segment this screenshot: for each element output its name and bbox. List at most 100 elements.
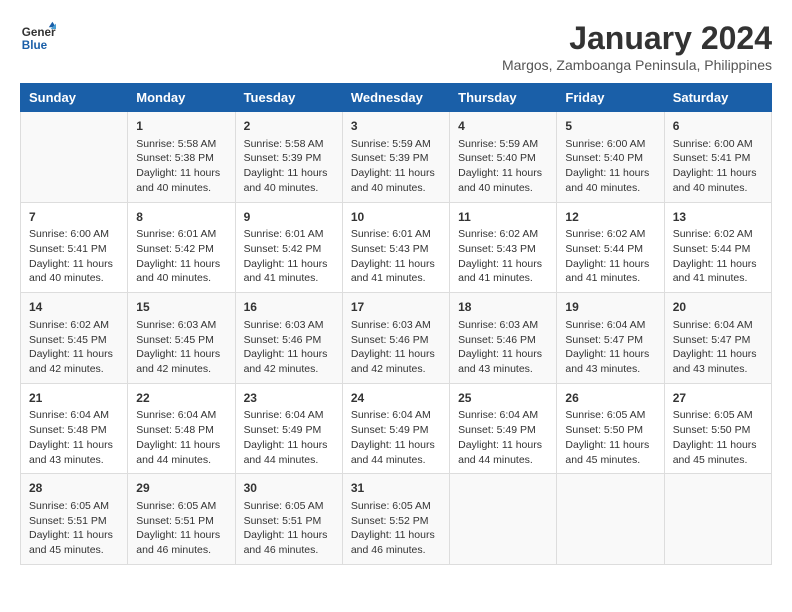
day-info: Sunrise: 6:04 AM Sunset: 5:49 PM Dayligh…	[351, 408, 441, 467]
calendar-cell	[557, 474, 664, 565]
day-number: 30	[244, 480, 334, 497]
day-info: Sunrise: 6:05 AM Sunset: 5:50 PM Dayligh…	[565, 408, 655, 467]
weekday-header-sunday: Sunday	[21, 84, 128, 112]
day-number: 20	[673, 299, 763, 316]
calendar-cell: 13Sunrise: 6:02 AM Sunset: 5:44 PM Dayli…	[664, 202, 771, 293]
title-area: January 2024 Margos, Zamboanga Peninsula…	[502, 20, 772, 73]
day-number: 5	[565, 118, 655, 135]
calendar-cell: 16Sunrise: 6:03 AM Sunset: 5:46 PM Dayli…	[235, 293, 342, 384]
weekday-header-thursday: Thursday	[450, 84, 557, 112]
calendar-cell: 24Sunrise: 6:04 AM Sunset: 5:49 PM Dayli…	[342, 383, 449, 474]
calendar-week-row: 7Sunrise: 6:00 AM Sunset: 5:41 PM Daylig…	[21, 202, 772, 293]
calendar-cell: 21Sunrise: 6:04 AM Sunset: 5:48 PM Dayli…	[21, 383, 128, 474]
calendar-cell: 19 Sunrise: 6:04 AM Sunset: 5:47 PM Dayli…	[557, 293, 664, 384]
day-number: 26	[565, 390, 655, 407]
day-info: Sunrise: 6:04 AM Sunset: 5:47 PM Dayligh…	[565, 318, 655, 377]
day-info: Sunrise: 6:00 AM Sunset: 5:40 PM Dayligh…	[565, 137, 655, 196]
day-number: 10	[351, 209, 441, 226]
day-info: Sunrise: 6:04 AM Sunset: 5:48 PM Dayligh…	[136, 408, 226, 467]
calendar-cell: 31 Sunrise: 6:05 AM Sunset: 5:52 PM Dayli…	[342, 474, 449, 565]
day-info: Sunrise: 6:02 AM Sunset: 5:43 PM Dayligh…	[458, 227, 548, 286]
day-info: Sunrise: 6:01 AM Sunset: 5:43 PM Dayligh…	[351, 227, 441, 286]
day-number: 19	[565, 299, 655, 316]
svg-text:General: General	[22, 26, 56, 39]
weekday-header-friday: Friday	[557, 84, 664, 112]
day-number: 11	[458, 209, 548, 226]
day-number: 12	[565, 209, 655, 226]
day-info: Sunrise: 5:59 AM Sunset: 5:39 PM Dayligh…	[351, 137, 441, 196]
calendar-cell: 17 Sunrise: 6:03 AM Sunset: 5:46 PM Dayli…	[342, 293, 449, 384]
calendar-cell: 8Sunrise: 6:01 AM Sunset: 5:42 PM Daylig…	[128, 202, 235, 293]
calendar-week-row: 1Sunrise: 5:58 AM Sunset: 5:38 PM Daylig…	[21, 112, 772, 203]
logo: General Blue	[20, 20, 56, 56]
day-number: 28	[29, 480, 119, 497]
day-info: Sunrise: 5:59 AM Sunset: 5:40 PM Dayligh…	[458, 137, 548, 196]
day-info: Sunrise: 5:58 AM Sunset: 5:39 PM Dayligh…	[244, 137, 334, 196]
day-number: 3	[351, 118, 441, 135]
calendar-cell: 20 Sunrise: 6:04 AM Sunset: 5:47 PM Dayli…	[664, 293, 771, 384]
day-info: Sunrise: 6:03 AM Sunset: 5:46 PM Dayligh…	[244, 318, 334, 377]
calendar-cell: 4 Sunrise: 5:59 AM Sunset: 5:40 PM Daylig…	[450, 112, 557, 203]
calendar-cell: 26Sunrise: 6:05 AM Sunset: 5:50 PM Dayli…	[557, 383, 664, 474]
day-info: Sunrise: 5:58 AM Sunset: 5:38 PM Dayligh…	[136, 137, 226, 196]
day-number: 9	[244, 209, 334, 226]
calendar-cell: 23Sunrise: 6:04 AM Sunset: 5:49 PM Dayli…	[235, 383, 342, 474]
svg-text:Blue: Blue	[22, 39, 48, 52]
calendar-cell: 9Sunrise: 6:01 AM Sunset: 5:42 PM Daylig…	[235, 202, 342, 293]
day-info: Sunrise: 6:05 AM Sunset: 5:50 PM Dayligh…	[673, 408, 763, 467]
calendar-cell: 30 Sunrise: 6:05 AM Sunset: 5:51 PM Dayli…	[235, 474, 342, 565]
day-info: Sunrise: 6:00 AM Sunset: 5:41 PM Dayligh…	[29, 227, 119, 286]
weekday-header-row: SundayMondayTuesdayWednesdayThursdayFrid…	[21, 84, 772, 112]
calendar-cell: 14Sunrise: 6:02 AM Sunset: 5:45 PM Dayli…	[21, 293, 128, 384]
calendar-cell: 27Sunrise: 6:05 AM Sunset: 5:50 PM Dayli…	[664, 383, 771, 474]
day-number: 29	[136, 480, 226, 497]
day-number: 22	[136, 390, 226, 407]
calendar-cell: 3 Sunrise: 5:59 AM Sunset: 5:39 PM Daylig…	[342, 112, 449, 203]
day-info: Sunrise: 6:03 AM Sunset: 5:45 PM Dayligh…	[136, 318, 226, 377]
day-number: 7	[29, 209, 119, 226]
day-info: Sunrise: 6:05 AM Sunset: 5:52 PM Dayligh…	[351, 499, 441, 558]
weekday-header-wednesday: Wednesday	[342, 84, 449, 112]
location: Margos, Zamboanga Peninsula, Philippines	[502, 57, 772, 73]
day-info: Sunrise: 6:02 AM Sunset: 5:45 PM Dayligh…	[29, 318, 119, 377]
day-info: Sunrise: 6:04 AM Sunset: 5:47 PM Dayligh…	[673, 318, 763, 377]
day-number: 17	[351, 299, 441, 316]
calendar-cell: 28 Sunrise: 6:05 AM Sunset: 5:51 PM Dayli…	[21, 474, 128, 565]
day-number: 4	[458, 118, 548, 135]
day-info: Sunrise: 6:01 AM Sunset: 5:42 PM Dayligh…	[136, 227, 226, 286]
day-info: Sunrise: 6:03 AM Sunset: 5:46 PM Dayligh…	[351, 318, 441, 377]
day-info: Sunrise: 6:00 AM Sunset: 5:41 PM Dayligh…	[673, 137, 763, 196]
calendar-cell	[450, 474, 557, 565]
day-number: 13	[673, 209, 763, 226]
day-info: Sunrise: 6:04 AM Sunset: 5:48 PM Dayligh…	[29, 408, 119, 467]
calendar-cell: 11Sunrise: 6:02 AM Sunset: 5:43 PM Dayli…	[450, 202, 557, 293]
day-info: Sunrise: 6:01 AM Sunset: 5:42 PM Dayligh…	[244, 227, 334, 286]
calendar-table: SundayMondayTuesdayWednesdayThursdayFrid…	[20, 83, 772, 565]
day-number: 15	[136, 299, 226, 316]
calendar-week-row: 14Sunrise: 6:02 AM Sunset: 5:45 PM Dayli…	[21, 293, 772, 384]
page-header: General Blue January 2024 Margos, Zamboa…	[20, 20, 772, 73]
day-info: Sunrise: 6:04 AM Sunset: 5:49 PM Dayligh…	[458, 408, 548, 467]
calendar-cell: 2 Sunrise: 5:58 AM Sunset: 5:39 PM Daylig…	[235, 112, 342, 203]
day-number: 2	[244, 118, 334, 135]
day-info: Sunrise: 6:05 AM Sunset: 5:51 PM Dayligh…	[29, 499, 119, 558]
calendar-week-row: 21Sunrise: 6:04 AM Sunset: 5:48 PM Dayli…	[21, 383, 772, 474]
weekday-header-monday: Monday	[128, 84, 235, 112]
calendar-cell: 12Sunrise: 6:02 AM Sunset: 5:44 PM Dayli…	[557, 202, 664, 293]
day-number: 27	[673, 390, 763, 407]
day-number: 8	[136, 209, 226, 226]
weekday-header-saturday: Saturday	[664, 84, 771, 112]
day-number: 23	[244, 390, 334, 407]
day-info: Sunrise: 6:02 AM Sunset: 5:44 PM Dayligh…	[565, 227, 655, 286]
day-number: 31	[351, 480, 441, 497]
calendar-cell	[664, 474, 771, 565]
day-info: Sunrise: 6:05 AM Sunset: 5:51 PM Dayligh…	[244, 499, 334, 558]
calendar-cell	[21, 112, 128, 203]
month-title: January 2024	[502, 20, 772, 57]
calendar-cell: 10Sunrise: 6:01 AM Sunset: 5:43 PM Dayli…	[342, 202, 449, 293]
day-info: Sunrise: 6:02 AM Sunset: 5:44 PM Dayligh…	[673, 227, 763, 286]
day-number: 25	[458, 390, 548, 407]
logo-icon: General Blue	[20, 20, 56, 56]
calendar-week-row: 28 Sunrise: 6:05 AM Sunset: 5:51 PM Dayli…	[21, 474, 772, 565]
calendar-cell: 15 Sunrise: 6:03 AM Sunset: 5:45 PM Dayli…	[128, 293, 235, 384]
